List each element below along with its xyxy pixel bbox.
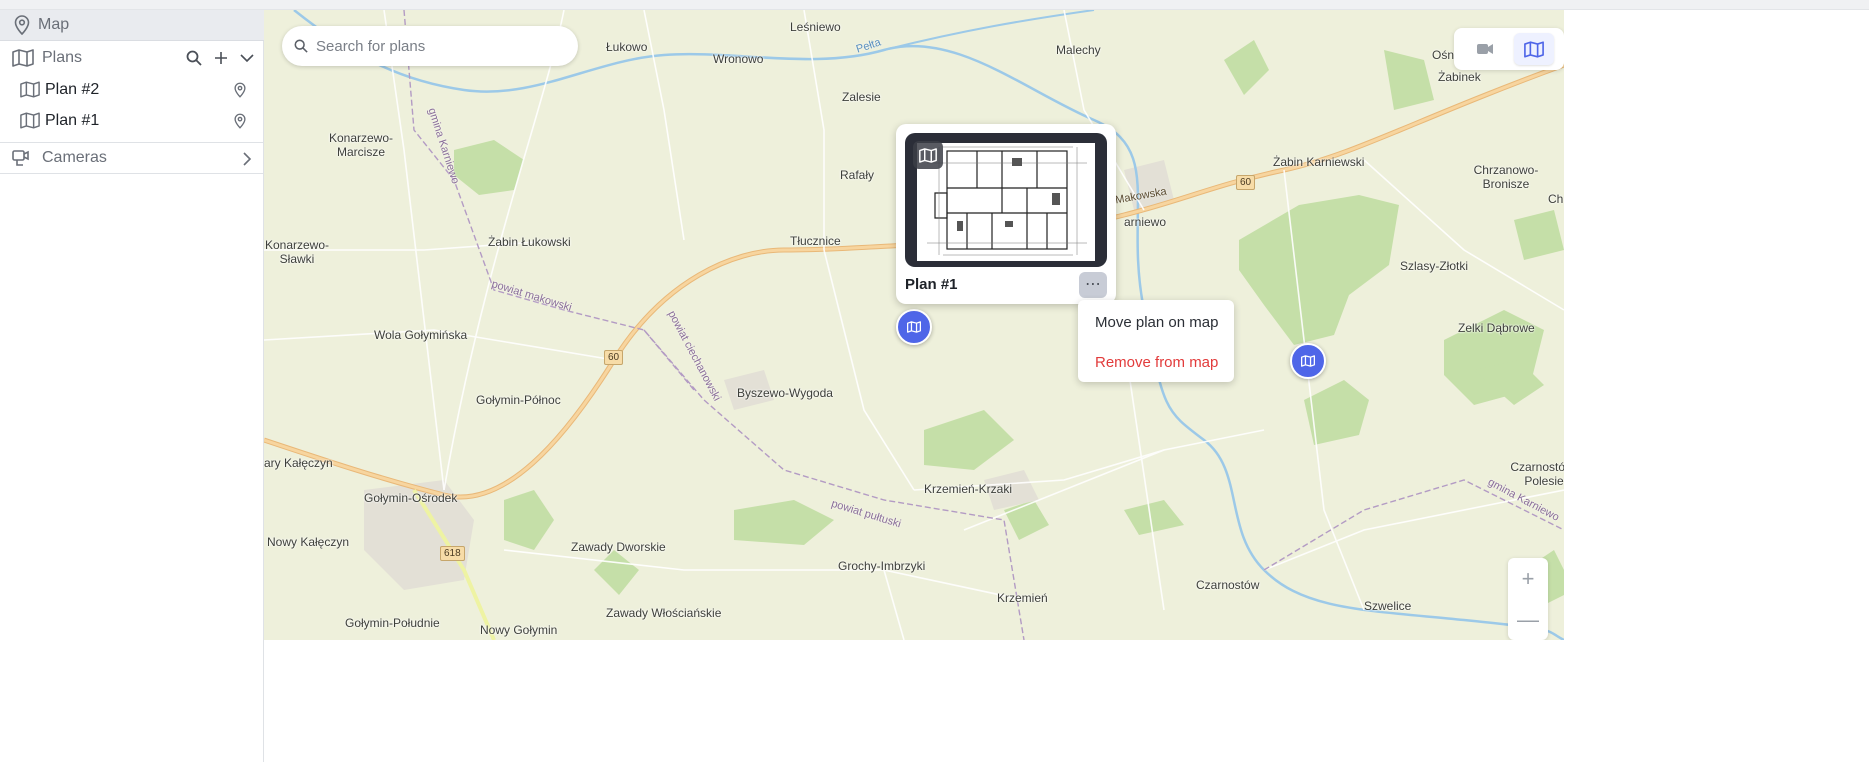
plan-view-button[interactable] <box>1513 33 1554 65</box>
more-options-button[interactable]: ⋯ <box>1079 272 1107 298</box>
add-icon[interactable] <box>214 51 228 65</box>
sidebar-section-label: Cameras <box>42 149 107 166</box>
video-camera-icon <box>1476 43 1494 55</box>
map-icon <box>20 112 40 129</box>
road-shield: 60 <box>604 350 624 365</box>
zoom-out-button[interactable]: — <box>1517 608 1539 631</box>
place-label: Krzemień <box>997 591 1048 605</box>
search-icon <box>294 39 308 53</box>
plan-marker[interactable] <box>1290 343 1326 379</box>
place-label: Wola Gołymińska <box>374 328 468 342</box>
place-label: arniewo <box>1124 215 1167 229</box>
place-label: Byszewo-Wygoda <box>737 386 833 400</box>
place-label: Szwelice <box>1364 599 1412 613</box>
remove-from-map-menu-item[interactable]: Remove from map <box>1095 354 1218 371</box>
plan-list-item[interactable]: Plan #1 <box>0 105 264 136</box>
chevron-right-icon[interactable] <box>242 143 252 175</box>
map-icon <box>20 81 40 98</box>
sidebar-item-label: Map <box>38 16 70 33</box>
road-shield: 618 <box>440 546 465 561</box>
place-label: Konarzewo- Marcisze <box>328 131 394 159</box>
plan-label: Plan #2 <box>45 80 100 98</box>
place-label: Zelki Dąbrowe <box>1458 321 1535 335</box>
plan-list-item[interactable]: Plan #2 <box>0 74 264 105</box>
place-label: Nowy Kałęczyn <box>267 535 350 549</box>
place-label: Konarzewo- Sławki <box>264 238 330 266</box>
plan-context-menu: Move plan on map Remove from map <box>1078 300 1234 382</box>
place-label: Wronowo <box>713 52 764 66</box>
place-label: Żabinek <box>1438 70 1481 84</box>
view-toggle <box>1454 28 1564 70</box>
place-label: Żabin Łukowski <box>488 235 571 249</box>
place-label: Chrzanowo- Bronisze <box>1473 163 1539 191</box>
place-label: Żabin Karniewski <box>1273 155 1365 169</box>
camera-view-button[interactable] <box>1465 33 1505 65</box>
place-label: Łukowo <box>606 40 648 54</box>
place-label: Szlasy-Złotki <box>1400 259 1469 273</box>
plan-popup: Plan #1 ⋯ <box>896 124 1116 304</box>
more-icon: ⋯ <box>1085 276 1101 293</box>
place-label: Czarnostów <box>1196 578 1260 592</box>
map-pin-icon[interactable] <box>234 74 246 105</box>
map-view[interactable]: Leśniewo Łukowo Wronowo Malechy Ośnica Ż… <box>264 10 1564 640</box>
plan-search[interactable] <box>282 26 578 66</box>
place-label: Zalesie <box>842 90 881 104</box>
map-pin-icon <box>14 15 30 35</box>
place-label: Tłucznice <box>790 234 841 248</box>
place-label: ary Kałęczyn <box>264 456 333 470</box>
search-input[interactable] <box>316 37 556 55</box>
sidebar-section-plans[interactable]: Plans <box>0 42 264 74</box>
plan-popup-title: Plan #1 <box>905 276 958 293</box>
place-label: Malechy <box>1056 43 1101 57</box>
place-label: Gołymin-Południe <box>345 616 440 630</box>
place-label: Rafały <box>840 168 875 182</box>
place-label: Czarnostów- Polesie <box>1510 460 1564 488</box>
place-label: Ch <box>1548 192 1564 206</box>
place-label: Leśniewo <box>790 20 841 34</box>
camera-icon <box>12 149 34 167</box>
place-label: Gołymin-Ośrodek <box>364 491 458 505</box>
map-icon <box>907 321 921 333</box>
map-icon <box>913 141 943 169</box>
zoom-control: + — <box>1508 558 1548 640</box>
top-bar <box>0 0 1869 10</box>
place-label: Nowy Gołymin <box>480 623 558 637</box>
sidebar-item-map[interactable]: Map <box>0 10 264 41</box>
map-pin-icon[interactable] <box>234 105 246 136</box>
map-icon <box>12 49 34 67</box>
map-icon <box>1301 355 1315 367</box>
move-plan-menu-item[interactable]: Move plan on map <box>1095 314 1218 331</box>
plan-label: Plan #1 <box>45 111 100 129</box>
place-label: Gołymin-Północ <box>476 393 561 407</box>
zoom-in-button[interactable]: + <box>1522 567 1535 590</box>
sidebar: Map Plans Plan #2 Plan #1 Cameras <box>0 10 264 762</box>
plan-marker[interactable] <box>896 309 932 345</box>
place-label: Krzemień-Krzaki <box>924 482 1013 496</box>
plan-thumbnail[interactable] <box>905 133 1107 267</box>
place-label: Zawady Dworskie <box>571 540 666 554</box>
sidebar-section-cameras[interactable]: Cameras <box>0 142 264 174</box>
road-shield: 60 <box>1236 175 1256 190</box>
chevron-down-icon[interactable] <box>240 53 254 63</box>
map-icon <box>1523 40 1544 58</box>
place-label: Zawady Włościańskie <box>606 606 722 620</box>
place-label: Grochy-Imbrzyki <box>838 559 926 573</box>
search-icon[interactable] <box>186 50 202 66</box>
sidebar-section-label: Plans <box>42 49 83 66</box>
floor-plan-image <box>917 143 1095 261</box>
